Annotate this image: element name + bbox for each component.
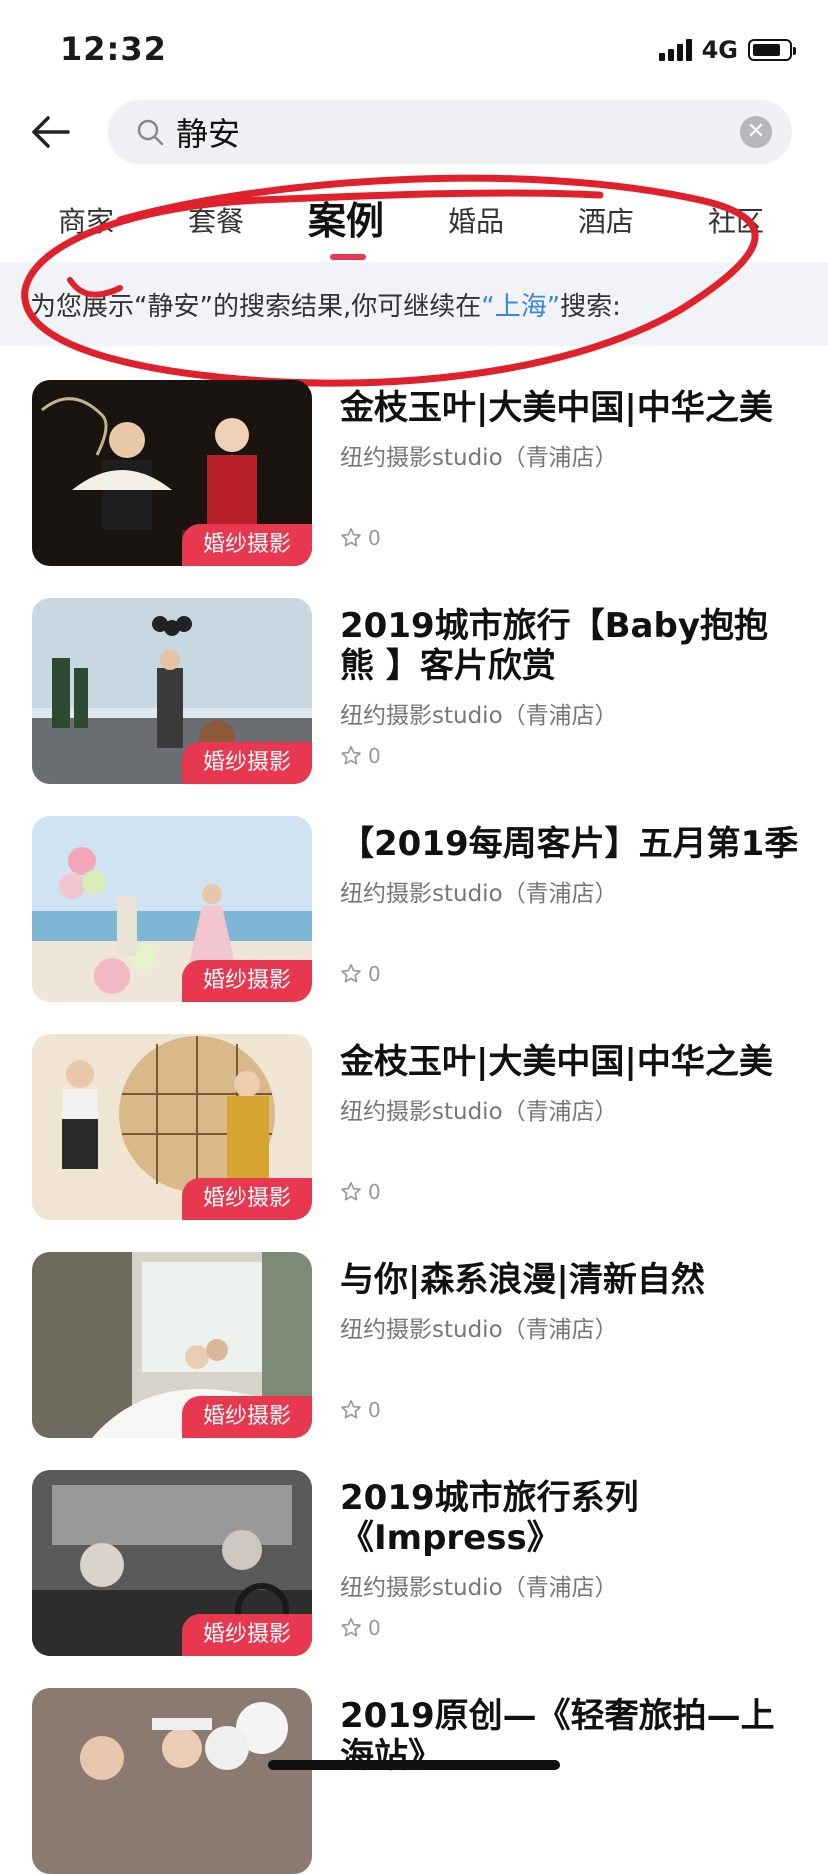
case-title[interactable]: 与你|森系浪漫|清新自然 [340, 1260, 800, 1300]
case-thumbnail[interactable]: 婚纱摄影 [32, 1252, 312, 1438]
case-title[interactable]: 金枝玉叶|大美中国|中华之美 [340, 388, 800, 428]
category-badge: 婚纱摄影 [182, 742, 312, 784]
status-time: 12:32 [60, 30, 167, 68]
likes[interactable]: 0 [340, 744, 381, 768]
tab-community[interactable]: 社区 [708, 200, 764, 240]
case-thumbnail[interactable]: 婚纱摄影 [32, 598, 312, 784]
case-title[interactable]: 2019城市旅行【Baby抱抱熊 】客片欣赏 [340, 606, 800, 686]
clear-search-icon[interactable]: ✕ [740, 116, 772, 148]
active-tab-indicator [330, 254, 366, 260]
tab-hotels[interactable]: 酒店 [578, 200, 634, 240]
star-icon [341, 746, 361, 765]
list-item[interactable]: 婚纱摄影 金枝玉叶|大美中国|中华之美 纽约摄影studio（青浦店） 0 [0, 1034, 828, 1220]
search-icon [137, 119, 164, 146]
star-icon [341, 1182, 361, 1201]
likes[interactable]: 0 [340, 1616, 381, 1640]
star-icon [341, 1400, 361, 1419]
likes-count: 0 [368, 1616, 381, 1640]
wedding-photo [32, 1688, 312, 1874]
list-item[interactable]: 婚纱摄影 与你|森系浪漫|清新自然 纽约摄影studio（青浦店） 0 [0, 1252, 828, 1438]
category-badge: 婚纱摄影 [182, 1396, 312, 1438]
search-notice: 为您展示“静安”的搜索结果,你可继续在“上海”搜索: [0, 262, 828, 346]
shop-name[interactable]: 纽约摄影studio（青浦店） [340, 696, 618, 730]
status-bar: 12:32 4G [0, 0, 828, 100]
list-item[interactable]: 婚纱摄影 【2019每周客片】五月第1季 纽约摄影studio（青浦店） 0 [0, 816, 828, 1002]
battery-icon [748, 39, 796, 61]
category-badge: 婚纱摄影 [182, 1614, 312, 1656]
tab-merchants[interactable]: 商家 [58, 200, 114, 240]
likes-count: 0 [368, 1398, 381, 1422]
likes-count: 0 [368, 744, 381, 768]
home-indicator [268, 1760, 560, 1770]
case-thumbnail[interactable]: 婚纱摄影 [32, 380, 312, 566]
case-thumbnail[interactable]: 婚纱摄影 [32, 1470, 312, 1656]
shop-name[interactable]: 纽约摄影studio（青浦店） [340, 1310, 618, 1344]
search-input[interactable] [176, 108, 736, 156]
likes[interactable]: 0 [340, 526, 381, 550]
likes-count: 0 [368, 526, 381, 550]
notice-city-link[interactable]: “上海” [481, 292, 560, 322]
category-badge: 婚纱摄影 [182, 960, 312, 1002]
back-arrow-icon [32, 116, 70, 148]
category-badge: 婚纱摄影 [182, 1178, 312, 1220]
tab-cases[interactable]: 案例 [308, 190, 384, 245]
likes[interactable]: 0 [340, 1180, 381, 1204]
network-type: 4G [701, 36, 738, 64]
tab-packages[interactable]: 套餐 [188, 200, 244, 240]
notice-prefix: 为您展示“静安”的搜索结果,你可继续在 [30, 292, 482, 322]
tab-wedding-goods[interactable]: 婚品 [448, 200, 504, 240]
shop-name[interactable]: 纽约摄影studio（青浦店） [340, 438, 618, 472]
list-item[interactable]: 婚纱摄影 2019城市旅行【Baby抱抱熊 】客片欣赏 纽约摄影studio（青… [0, 598, 828, 784]
case-thumbnail[interactable]: 婚纱摄影 [32, 1034, 312, 1220]
shop-name[interactable]: 纽约摄影studio（青浦店） [340, 1568, 618, 1602]
back-button[interactable] [28, 110, 72, 154]
list-item[interactable]: 婚纱摄影 2019城市旅行系列《Impress》 纽约摄影studio（青浦店）… [0, 1470, 828, 1656]
search-bar[interactable]: ✕ [108, 100, 792, 164]
star-icon [341, 528, 361, 547]
case-thumbnail[interactable]: 婚纱摄影 [32, 816, 312, 1002]
shop-name[interactable]: 纽约摄影studio（青浦店） [340, 874, 618, 908]
likes[interactable]: 0 [340, 962, 381, 986]
case-title[interactable]: 2019城市旅行系列《Impress》 [340, 1478, 800, 1558]
shop-name[interactable]: 纽约摄影studio（青浦店） [340, 1092, 618, 1126]
case-title[interactable]: 【2019每周客片】五月第1季 [340, 824, 800, 864]
likes-count: 0 [368, 1180, 381, 1204]
category-tabs: 商家 套餐 案例 婚品 酒店 社区 [0, 190, 828, 260]
star-icon [341, 964, 361, 983]
category-badge: 婚纱摄影 [182, 524, 312, 566]
list-item[interactable]: 婚纱摄影 金枝玉叶|大美中国|中华之美 纽约摄影studio（青浦店） 0 [0, 380, 828, 566]
notice-suffix: 搜索: [560, 292, 621, 322]
case-thumbnail[interactable] [32, 1688, 312, 1874]
likes-count: 0 [368, 962, 381, 986]
list-item[interactable]: 2019原创—《轻奢旅拍—上海站》 [0, 1688, 828, 1874]
likes[interactable]: 0 [340, 1398, 381, 1422]
status-indicators: 4G [658, 36, 796, 64]
star-icon [341, 1618, 361, 1637]
case-title[interactable]: 金枝玉叶|大美中国|中华之美 [340, 1042, 800, 1082]
signal-icon [658, 39, 692, 61]
notice-text: 为您展示“静安”的搜索结果,你可继续在“上海”搜索: [30, 286, 621, 323]
